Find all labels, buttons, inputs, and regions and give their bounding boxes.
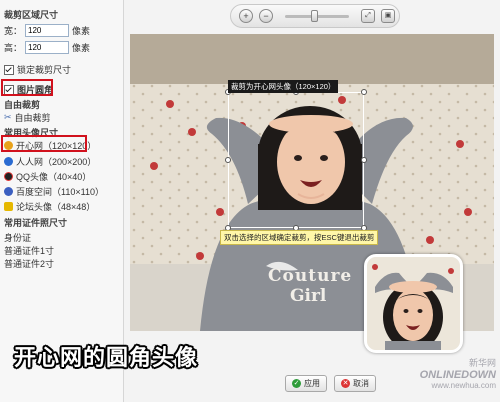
highlight-rounded-option	[1, 79, 53, 96]
lock-size-label: 锁定裁剪尺寸	[17, 65, 72, 75]
id-item[interactable]: 普通证件2寸	[4, 257, 54, 270]
avatar-item-qq[interactable]: QQ头像（40×40）	[4, 170, 91, 183]
check-icon: ✓	[292, 379, 301, 388]
avatar-item-renren[interactable]: 人人网（200×200）	[4, 155, 96, 168]
id-item[interactable]: 身份证	[4, 231, 31, 244]
scissors-icon: ✂	[4, 112, 12, 122]
id-photo-title: 常用证件照尺寸	[4, 218, 68, 228]
cancel-button[interactable]: ✕ 取消	[334, 375, 376, 392]
zoom-out-icon[interactable]: −	[259, 9, 273, 23]
crop-handle-top-right[interactable]	[361, 89, 367, 95]
actual-size-icon[interactable]: ▣	[381, 9, 395, 23]
id-item-label: 普通证件2寸	[4, 259, 55, 269]
zoom-toolbar: + − ⤢ ▣	[230, 4, 400, 28]
lock-size-option[interactable]: 锁定裁剪尺寸	[4, 63, 71, 76]
avatar-preview-image	[367, 257, 460, 350]
height-label: 高：	[4, 43, 23, 53]
zoom-slider-handle[interactable]	[311, 10, 318, 22]
height-unit: 像素	[72, 43, 91, 53]
highlight-kaixin-option	[1, 135, 87, 152]
width-unit: 像素	[72, 26, 91, 36]
forum-icon	[4, 202, 13, 211]
rounded-avatar-preview	[364, 254, 463, 353]
width-input[interactable]	[25, 24, 70, 37]
crop-handle-right[interactable]	[361, 157, 367, 163]
avatar-item-label: 百度空间（110×110）	[16, 187, 104, 197]
id-item-label: 普通证件1寸	[4, 246, 55, 256]
crop-hint-tooltip: 双击选择的区域确定裁剪，按ESC键退出裁剪	[220, 230, 379, 245]
apply-label: 应用	[304, 379, 320, 388]
qq-icon	[4, 172, 13, 181]
crop-handle-left[interactable]	[225, 157, 231, 163]
watermark-url: www.newhua.com	[431, 381, 496, 390]
apply-button[interactable]: ✓ 应用	[285, 375, 327, 392]
avatar-item-forum[interactable]: 论坛头像（48×48）	[4, 200, 95, 213]
cancel-label: 取消	[353, 379, 369, 388]
renren-icon	[4, 157, 13, 166]
avatar-item-label: 论坛头像（48×48）	[16, 202, 96, 212]
watermark-en: ONLINEDOWN	[419, 369, 496, 381]
baidu-icon	[4, 187, 13, 196]
free-crop-title: 自由裁剪	[4, 100, 41, 110]
zoom-in-icon[interactable]: +	[239, 9, 253, 23]
crop-selection-box[interactable]	[225, 89, 367, 231]
avatar-item-baidu[interactable]: 百度空间（110×110）	[4, 185, 104, 198]
watermark: 新华网 ONLINEDOWN www.newhua.com	[420, 356, 496, 390]
shirt-text-line2: Girl	[290, 286, 327, 306]
cancel-icon: ✕	[341, 379, 350, 388]
id-item-label: 身份证	[4, 233, 32, 243]
watermark-cn: 新华网	[468, 358, 496, 368]
free-crop-label: 自由裁剪	[14, 113, 51, 123]
width-label: 宽：	[4, 26, 23, 36]
crop-size-tooltip: 裁剪为开心网头像（120×120）	[228, 80, 339, 93]
avatar-item-label: 人人网（200×200）	[16, 157, 97, 167]
crop-size-title: 裁剪区域尺寸	[4, 10, 59, 20]
width-row: 宽： 像素	[4, 24, 90, 37]
height-input[interactable]	[25, 41, 70, 54]
free-crop-item[interactable]: ✂ 自由裁剪	[4, 111, 51, 124]
fit-window-icon[interactable]: ⤢	[361, 9, 375, 23]
shirt-text-line1: Couture	[268, 266, 353, 286]
caption-text: 开心网的圆角头像	[14, 345, 199, 370]
lock-size-checkbox[interactable]	[4, 64, 14, 75]
height-row: 高： 像素	[4, 41, 90, 54]
id-item[interactable]: 普通证件1寸	[4, 244, 54, 257]
avatar-item-label: QQ头像（40×40）	[16, 172, 92, 182]
